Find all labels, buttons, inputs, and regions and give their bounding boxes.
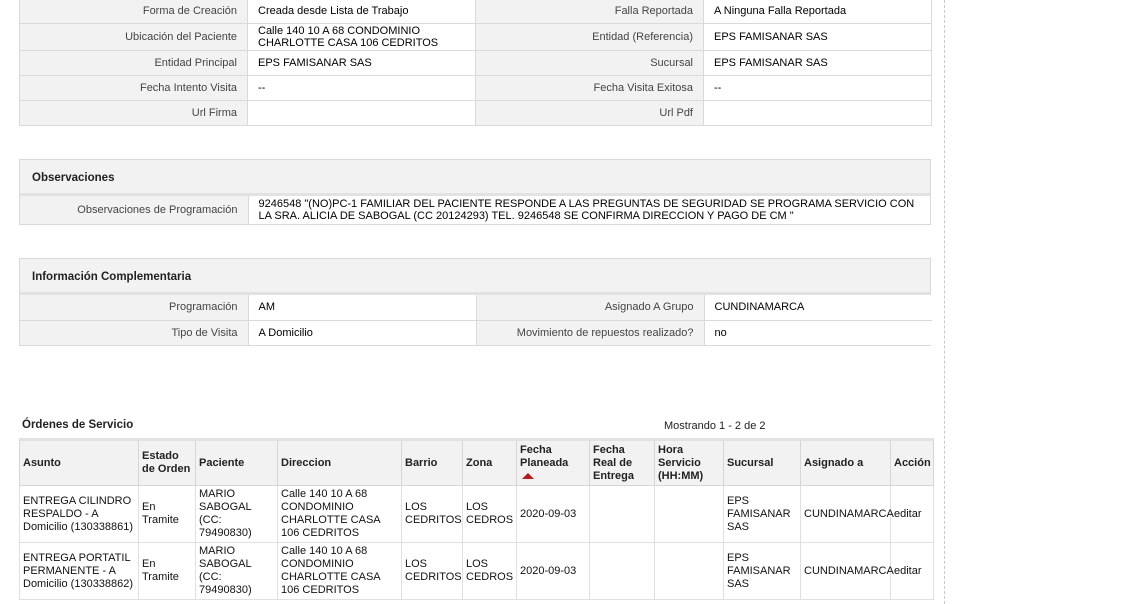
cell-hora	[654, 485, 724, 543]
info-label: Movimiento de repuestos realizado?	[475, 319, 705, 345]
info-row: Tipo de Visita A Domicilio Movimiento de…	[20, 319, 932, 345]
detail-label: Url Pdf	[475, 100, 704, 126]
info-table: Programación AM Asignado A Grupo CUNDINA…	[20, 295, 932, 345]
column-header-label: Fecha Planeada	[520, 443, 569, 469]
detail-label: Fecha Intento Visita	[19, 75, 248, 101]
cell-direccion: Calle 140 10 A 68 CONDOMINIO CHARLOTTE C…	[277, 485, 402, 543]
informacion-complementaria-section: Información Complementaria Programación …	[19, 258, 932, 346]
detail-label: Fecha Visita Exitosa	[475, 75, 704, 101]
cell-fecha-planeada: 2020-09-03	[516, 542, 590, 600]
detail-value: --	[247, 75, 476, 101]
info-value: A Domicilio	[247, 319, 477, 345]
detail-value: Creada desde Lista de Trabajo	[247, 0, 476, 24]
column-header-estado[interactable]: Estado de Orden	[138, 438, 196, 486]
cell-paciente: MARIO SABOGAL (CC: 79490830)	[195, 542, 278, 600]
cell-asunto: ENTREGA CILINDRO RESPALDO - A Domicilio …	[19, 485, 139, 543]
column-header-sucursal[interactable]: Sucursal	[723, 438, 801, 486]
info-value: no	[703, 319, 932, 345]
info-value: AM	[247, 295, 477, 321]
cell-fecha-planeada: 2020-09-03	[516, 485, 590, 543]
detail-value: EPS FAMISANAR SAS	[703, 23, 932, 51]
cell-barrio: LOS CEDRITOS	[401, 485, 463, 543]
detail-row: Fecha Intento Visita -- Fecha Visita Exi…	[19, 75, 932, 101]
detail-value: EPS FAMISANAR SAS	[703, 50, 932, 76]
cell-sucursal: EPS FAMISANAR SAS	[723, 542, 801, 600]
cell-paciente: MARIO SABOGAL (CC: 79490830)	[195, 485, 278, 543]
cell-estado: En Tramite	[138, 542, 196, 600]
cell-fecha-real	[589, 485, 655, 543]
edit-link[interactable]: editar	[890, 542, 934, 600]
cell-fecha-real	[589, 542, 655, 600]
detail-label: Ubicación del Paciente	[19, 23, 248, 51]
column-header-zona[interactable]: Zona	[462, 438, 517, 486]
detail-label: Entidad Principal	[19, 50, 248, 76]
column-header-hora[interactable]: Hora Servicio (HH:MM)	[654, 438, 724, 486]
observaciones-label: Observaciones de Programación	[20, 196, 249, 224]
section-title: Información Complementaria	[20, 259, 930, 295]
cell-hora	[654, 542, 724, 600]
orders-count: Mostrando 1 - 2 de 2	[664, 420, 766, 432]
cell-asignado: CUNDINAMARCA	[800, 485, 894, 543]
detail-value	[247, 100, 476, 126]
orders-table: Asunto Estado de Orden Paciente Direccio…	[19, 438, 934, 600]
cell-direccion: Calle 140 10 A 68 CONDOMINIO CHARLOTTE C…	[277, 542, 402, 600]
info-row: Programación AM Asignado A Grupo CUNDINA…	[20, 295, 932, 321]
column-header-direccion[interactable]: Direccion	[277, 438, 402, 486]
cell-estado: En Tramite	[138, 485, 196, 543]
detail-value: A Ninguna Falla Reportada	[703, 0, 932, 24]
orders-header-row: Asunto Estado de Orden Paciente Direccio…	[19, 438, 934, 486]
column-header-fecha-real[interactable]: Fecha Real de Entrega	[589, 438, 655, 486]
info-label: Asignado A Grupo	[475, 295, 705, 321]
observaciones-row: Observaciones de Programación 9246548 "(…	[20, 196, 930, 224]
edit-link[interactable]: editar	[890, 485, 934, 543]
cell-zona: LOS CEDROS	[462, 485, 517, 543]
orders-title: Órdenes de Servicio	[22, 419, 134, 431]
observaciones-value: 9246548 "(NO)PC-1 FAMILIAR DEL PACIENTE …	[247, 196, 930, 224]
cell-asignado: CUNDINAMARCA	[800, 542, 894, 600]
info-label: Tipo de Visita	[20, 319, 249, 345]
cell-barrio: LOS CEDRITOS	[401, 542, 463, 600]
detail-row: Forma de Creación Creada desde Lista de …	[19, 0, 932, 24]
detail-label: Entidad (Referencia)	[475, 23, 704, 51]
column-header-accion: Acción	[890, 438, 934, 486]
detail-value	[703, 100, 932, 126]
info-label: Programación	[20, 295, 249, 321]
detail-value: Calle 140 10 A 68 CONDOMINIO CHARLOTTE C…	[247, 23, 476, 51]
column-header-barrio[interactable]: Barrio	[401, 438, 463, 486]
cell-sucursal: EPS FAMISANAR SAS	[723, 485, 801, 543]
column-header-fecha-planeada[interactable]: Fecha Planeada	[516, 438, 590, 486]
page-divider	[944, 0, 945, 604]
cell-zona: LOS CEDROS	[462, 542, 517, 600]
column-header-paciente[interactable]: Paciente	[195, 438, 278, 486]
order-details-table: Forma de Creación Creada desde Lista de …	[19, 0, 932, 126]
detail-label: Sucursal	[475, 50, 704, 76]
detail-row: Ubicación del Paciente Calle 140 10 A 68…	[19, 23, 932, 51]
detail-value: --	[703, 75, 932, 101]
sort-ascending-icon	[522, 472, 534, 479]
column-header-asunto[interactable]: Asunto	[19, 438, 139, 486]
detail-label: Url Firma	[19, 100, 248, 126]
detail-row: Entidad Principal EPS FAMISANAR SAS Sucu…	[19, 50, 932, 76]
cell-asunto: ENTREGA PORTATIL PERMANENTE - A Domicili…	[19, 542, 139, 600]
detail-value: EPS FAMISANAR SAS	[247, 50, 476, 76]
table-row: ENTREGA PORTATIL PERMANENTE - A Domicili…	[19, 542, 934, 600]
detail-label: Falla Reportada	[475, 0, 704, 24]
detail-label: Forma de Creación	[19, 0, 248, 24]
detail-row: Url Firma Url Pdf	[19, 100, 932, 126]
observaciones-section: Observaciones Observaciones de Programac…	[19, 159, 931, 225]
section-title: Observaciones	[20, 160, 930, 196]
info-value: CUNDINAMARCA	[703, 295, 932, 321]
observaciones-table: Observaciones de Programación 9246548 "(…	[20, 196, 930, 224]
table-row: ENTREGA CILINDRO RESPALDO - A Domicilio …	[19, 485, 934, 543]
column-header-asignado[interactable]: Asignado a	[800, 438, 891, 486]
